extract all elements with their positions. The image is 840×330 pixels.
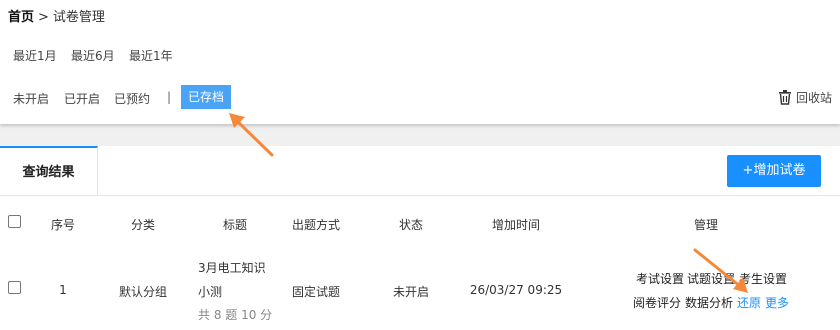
column-header-index: 序号 (50, 218, 76, 232)
row-checkbox[interactable] (8, 281, 21, 294)
candidate-settings-link[interactable]: 考生设置 (739, 270, 787, 287)
filter-panel: 首页 > 试卷管理 最近1月 最近6月 最近1年 未开启 已开启 已预约 | 已存档… (0, 0, 840, 124)
row-status: 未开启 (392, 285, 430, 299)
recycle-bin-button[interactable]: 回收站 (778, 89, 832, 106)
column-header-added-time: 增加时间 (491, 218, 541, 232)
question-settings-link[interactable]: 试题设置 (687, 270, 735, 287)
filter-archived[interactable]: 已存档 (181, 85, 232, 109)
restore-link[interactable]: 还原 (737, 294, 761, 311)
row-index: 1 (59, 283, 67, 297)
column-header-status: 状态 (398, 218, 424, 232)
filter-reserved[interactable]: 已预约 (114, 90, 150, 107)
breadcrumb-separator: > (38, 10, 49, 25)
row-title-line1[interactable]: 3月电工知识 (198, 259, 266, 276)
breadcrumb-home[interactable]: 首页 (8, 10, 34, 25)
exam-settings-link[interactable]: 考试设置 (636, 270, 684, 287)
filter-divider: | (167, 90, 172, 104)
data-analysis-link[interactable]: 数据分析 (685, 294, 733, 311)
column-header-manage: 管理 (693, 218, 719, 232)
column-header-title: 标题 (222, 218, 248, 232)
trash-icon (778, 90, 792, 105)
period-last-1-year[interactable]: 最近1年 (129, 47, 173, 64)
filter-not-started[interactable]: 未开启 (13, 90, 49, 107)
period-last-1-month[interactable]: 最近1月 (13, 47, 57, 64)
more-link[interactable]: 更多 (765, 294, 789, 311)
column-header-category: 分类 (130, 218, 156, 232)
filter-started[interactable]: 已开启 (64, 90, 100, 107)
tab-query-results[interactable]: 查询结果 (0, 146, 98, 195)
results-panel: 查询结果 +增加试卷 序号 分类 标题 出题方式 状态 增加时间 管理 1 默认… (0, 146, 840, 330)
results-tab-bar: 查询结果 +增加试卷 (0, 146, 840, 196)
add-exam-button[interactable]: +增加试卷 (727, 155, 821, 187)
row-title-line2[interactable]: 小测 (198, 283, 222, 300)
recycle-bin-label: 回收站 (795, 91, 832, 105)
row-category: 默认分组 (118, 285, 168, 299)
column-header-method: 出题方式 (291, 218, 341, 232)
row-method: 固定试题 (291, 285, 341, 299)
row-title-summary: 共 8 题 10 分 (198, 308, 273, 322)
breadcrumb-current: 试卷管理 (52, 10, 105, 25)
period-last-6-months[interactable]: 最近6月 (71, 47, 115, 64)
select-all-checkbox[interactable] (8, 215, 21, 228)
breadcrumb: 首页 > 试卷管理 (8, 6, 105, 25)
grading-link[interactable]: 阅卷评分 (633, 294, 681, 311)
row-added-time: 26/03/27 09:25 (469, 283, 563, 297)
